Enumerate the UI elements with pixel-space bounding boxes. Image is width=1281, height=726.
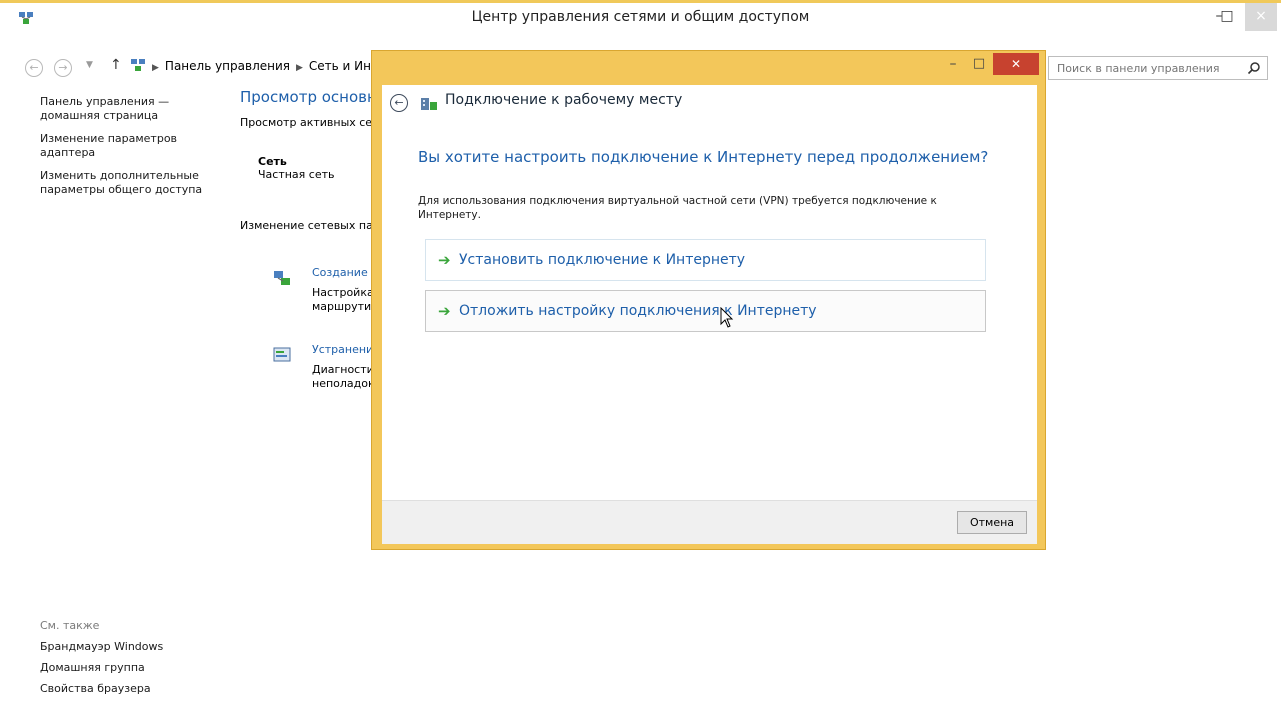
option-label: Установить подключение к Интернету [459,252,746,268]
cancel-button[interactable]: Отмена [957,511,1027,534]
breadcrumb-separator: ▶ [152,63,159,73]
troubleshoot-icon [273,347,291,362]
dialog-header: ← Подключение к рабочему месту [382,85,1037,125]
search-input[interactable] [1049,57,1239,79]
workplace-connection-icon [421,98,437,110]
dialog-body: Вы хотите настроить подключение к Интерн… [382,125,1037,500]
option-label: Отложить настройку подключения к Интерне… [459,303,817,319]
main-content: Просмотр основных сведений о сети и наст… [240,88,380,232]
change-settings-label: Изменение сетевых параметров [240,219,372,232]
change-adapter-settings-link[interactable]: Изменение параметров адаптера [40,132,190,160]
network-name: Сеть [258,155,287,168]
control-panel-icon [131,59,145,71]
defer-internet-option[interactable]: ➔ Отложить настройку подключения к Интер… [425,290,986,332]
back-arrow-icon[interactable]: ← [390,94,408,112]
dialog-titlebar[interactable]: – □ ✕ [372,51,1045,77]
recent-locations-icon[interactable]: ▼ [86,60,93,70]
green-arrow-icon: ➔ [438,251,451,269]
breadcrumb-separator: ▶ [296,63,303,73]
content-heading: Просмотр основных сведений о сети и наст… [240,88,372,106]
network-setup-icon [274,271,290,285]
dialog-description: Для использования подключения виртуально… [418,195,937,221]
control-panel-home-link[interactable]: Панель управления — домашняя страница [40,95,190,123]
homegroup-link[interactable]: Домашняя группа [40,661,240,674]
dialog-footer: Отмена [382,500,1037,544]
search-icon[interactable] [1247,61,1261,75]
dialog-minimize-button[interactable]: – [940,53,966,75]
task-desc-line: неполадок [312,377,372,390]
breadcrumb[interactable]: ▶ Панель управления ▶ Сеть и Интернет [130,56,374,78]
up-arrow-icon[interactable]: ↑ [110,57,122,73]
network-type: Частная сеть [258,168,335,181]
firewall-link[interactable]: Брандмауэр Windows [40,640,240,653]
dialog-question: Вы хотите настроить подключение к Интерн… [418,148,989,166]
dialog-maximize-button[interactable]: □ [966,53,992,75]
vpn-dialog: – □ ✕ ← Подключение к рабочему месту Вы … [371,50,1046,550]
close-button[interactable]: × [1245,3,1277,31]
browser-properties-link[interactable]: Свойства браузера [40,682,240,695]
troubleshoot-link[interactable]: Устранение неполадок [312,343,372,356]
task-desc-line: маршрути [312,300,372,313]
green-arrow-icon: ➔ [438,302,451,320]
task-desc-line: Диагности [312,363,372,376]
dialog-close-button[interactable]: ✕ [993,53,1039,75]
task-desc-line: Настройка [312,286,372,299]
main-titlebar[interactable]: Центр управления сетями и общим доступом… [0,3,1281,39]
dialog-title: Подключение к рабочему месту [445,92,683,108]
advanced-sharing-settings-link[interactable]: Изменить дополнительные параметры общего… [40,169,225,197]
setup-internet-option[interactable]: ➔ Установить подключение к Интернету [425,239,986,281]
see-also-title: См. также [40,619,100,632]
left-panel: Панель управления — домашняя страница Из… [40,95,240,206]
forward-arrow-icon[interactable]: → [54,59,72,77]
maximize-button[interactable]: □ [1214,3,1240,31]
window-title: Центр управления сетями и общим доступом [471,9,810,25]
back-arrow-icon[interactable]: ← [25,59,43,77]
create-connection-link[interactable]: Создание и настройка нового подключения … [312,266,372,279]
breadcrumb-item[interactable]: Панель управления [165,59,290,73]
breadcrumb-item[interactable]: Сеть и Интернет [309,59,374,73]
mouse-cursor-icon [720,307,734,328]
search-box[interactable] [1048,56,1268,80]
active-networks-label: Просмотр активных сетей [240,116,372,129]
see-also-section: См. также Брандмауэр Windows Домашняя гр… [40,619,240,703]
